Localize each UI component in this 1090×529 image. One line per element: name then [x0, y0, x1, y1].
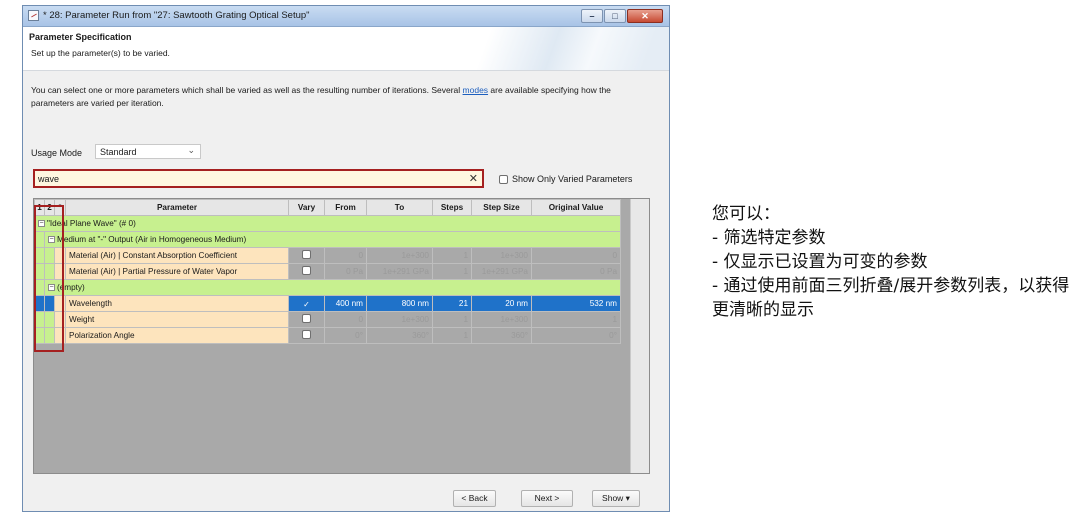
vary-header[interactable]: Vary — [288, 199, 325, 216]
group-row[interactable]: − "Ideal Plane Wave" (# 0) — [34, 215, 621, 232]
grid-header-row: 1 2 * Parameter Vary From To Steps Step … — [34, 199, 621, 216]
steps-value[interactable]: 21 — [432, 295, 472, 312]
from-value[interactable]: 0 Pa — [324, 263, 367, 280]
group-label: − (empty) — [44, 279, 621, 296]
step-size-value[interactable]: 1e+300 — [471, 311, 532, 328]
maximize-icon: □ — [612, 11, 618, 21]
intro-text: You can select one or more parameters wh… — [31, 85, 611, 108]
table-row[interactable]: Polarization Angle 0° 360° 1 360° 0° — [34, 327, 621, 344]
clear-filter-icon[interactable]: ✕ — [469, 172, 478, 185]
vary-checkbox[interactable] — [302, 266, 311, 275]
parameter-header[interactable]: Parameter — [65, 199, 289, 216]
step-size-value[interactable]: 1e+291 GPa — [471, 263, 532, 280]
vary-checkbox[interactable] — [302, 250, 311, 259]
page-subtitle: Set up the parameter(s) to be varied. — [31, 48, 170, 58]
annotation-text: 您可以： - 筛选特定参数 - 仅显示已设置为可变的参数 - 通过使用前面三列折… — [712, 202, 1082, 322]
vary-cell[interactable] — [288, 247, 325, 264]
parameter-filter-input[interactable]: wave ✕ — [33, 169, 484, 188]
annotation-line: 您可以： — [712, 204, 780, 224]
filter-value: wave — [38, 174, 60, 184]
from-value[interactable]: 0 — [324, 311, 367, 328]
vary-cell[interactable] — [288, 327, 325, 344]
from-value[interactable]: 400 nm — [324, 295, 367, 312]
show-button[interactable]: Show ▾ — [592, 490, 640, 507]
show-only-varied-toggle[interactable]: Show Only Varied Parameters — [499, 174, 632, 184]
minimize-button[interactable]: – — [581, 9, 603, 23]
parameter-name: Material (Air) | Partial Pressure of Wat… — [65, 263, 289, 280]
steps-value[interactable]: 1 — [432, 311, 472, 328]
level-columns-highlight — [34, 205, 64, 352]
minimize-icon: – — [589, 11, 595, 21]
original-value: 1 — [531, 311, 621, 328]
parameter-name: Polarization Angle — [65, 327, 289, 344]
step-size-value[interactable]: 20 nm — [471, 295, 532, 312]
annotation-line: - 筛选特定参数 — [712, 228, 826, 248]
to-header[interactable]: To — [366, 199, 433, 216]
parameter-grid: 1 2 * Parameter Vary From To Steps Step … — [33, 198, 650, 474]
steps-header[interactable]: Steps — [432, 199, 472, 216]
close-icon: ✕ — [641, 11, 649, 21]
header-panel: Parameter Specification Set up the param… — [23, 27, 669, 71]
steps-value[interactable]: 1 — [432, 327, 472, 344]
group-row[interactable]: − (empty) — [34, 279, 621, 296]
modes-link[interactable]: modes — [463, 85, 489, 95]
from-value[interactable]: 0 — [324, 247, 367, 264]
vary-cell[interactable]: ✓ — [288, 295, 325, 312]
step-size-value[interactable]: 360° — [471, 327, 532, 344]
app-icon — [28, 10, 39, 21]
original-value: 0 — [531, 247, 621, 264]
table-row[interactable]: Weight 0 1e+300 1 1e+300 1 — [34, 311, 621, 328]
to-value[interactable]: 800 nm — [366, 295, 433, 312]
original-value: 0 Pa — [531, 263, 621, 280]
usage-mode-label: Usage Mode — [31, 148, 83, 158]
parameter-name: Weight — [65, 311, 289, 328]
original-value-header[interactable]: Original Value — [531, 199, 621, 216]
header-decoration — [409, 27, 669, 70]
title-bar[interactable]: * 28: Parameter Run from "27: Sawtooth G… — [23, 6, 669, 27]
annotation-line: - 通过使用前面三列折叠/展开参数列表，以获得更清晰的显示 — [712, 276, 1070, 320]
vary-cell[interactable] — [288, 311, 325, 328]
table-row[interactable]: Material (Air) | Partial Pressure of Wat… — [34, 263, 621, 280]
group-label: − Medium at "-" Output (Air in Homogeneou… — [44, 231, 621, 248]
group-row[interactable]: − Medium at "-" Output (Air in Homogeneou… — [34, 231, 621, 248]
show-only-varied-label: Show Only Varied Parameters — [512, 174, 633, 184]
usage-mode-select[interactable]: Standard ⌄ — [95, 144, 201, 159]
step-size-header[interactable]: Step Size — [471, 199, 532, 216]
grid-scrollbar[interactable] — [630, 199, 649, 473]
group-label: − "Ideal Plane Wave" (# 0) — [34, 215, 621, 232]
to-value[interactable]: 1e+291 GPa — [366, 263, 433, 280]
table-row-selected[interactable]: Wavelength ✓ 400 nm 800 nm 21 20 nm 532 … — [34, 295, 621, 312]
maximize-button[interactable]: □ — [604, 9, 626, 23]
steps-value[interactable]: 1 — [432, 247, 472, 264]
vary-cell[interactable] — [288, 263, 325, 280]
parameter-name: Wavelength — [65, 295, 289, 312]
to-value[interactable]: 360° — [366, 327, 433, 344]
chevron-down-icon: ⌄ — [187, 145, 195, 155]
parameter-run-window: * 28: Parameter Run from "27: Sawtooth G… — [22, 5, 670, 512]
step-size-value[interactable]: 1e+300 — [471, 247, 532, 264]
table-row[interactable]: Material (Air) | Constant Absorption Coe… — [34, 247, 621, 264]
show-only-varied-checkbox[interactable] — [499, 174, 508, 184]
to-value[interactable]: 1e+300 — [366, 311, 433, 328]
vary-checkbox[interactable] — [302, 314, 311, 323]
to-value[interactable]: 1e+300 — [366, 247, 433, 264]
from-value[interactable]: 0° — [324, 327, 367, 344]
back-button[interactable]: < Back — [453, 490, 496, 507]
annotation-line: - 仅显示已设置为可变的参数 — [712, 252, 928, 272]
original-value: 532 nm — [531, 295, 621, 312]
page-title: Parameter Specification — [29, 32, 132, 42]
parameter-name: Material (Air) | Constant Absorption Coe… — [65, 247, 289, 264]
from-header[interactable]: From — [324, 199, 367, 216]
original-value: 0° — [531, 327, 621, 344]
usage-mode-value: Standard — [100, 147, 137, 157]
steps-value[interactable]: 1 — [432, 263, 472, 280]
window-title: * 28: Parameter Run from "27: Sawtooth G… — [43, 10, 310, 21]
next-button[interactable]: Next > — [521, 490, 573, 507]
close-button[interactable]: ✕ — [627, 9, 663, 23]
vary-checkbox[interactable] — [302, 330, 311, 339]
